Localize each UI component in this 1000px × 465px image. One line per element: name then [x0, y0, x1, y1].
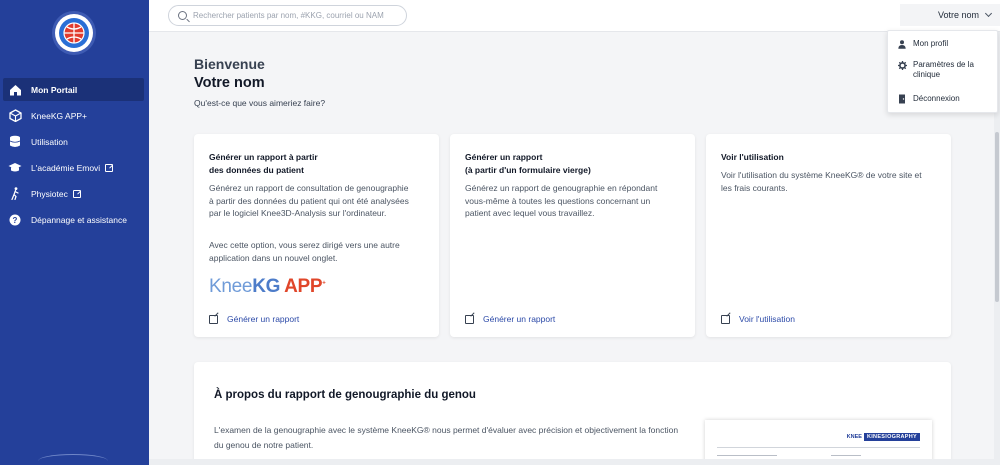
- menu-item-label: Déconnexion: [913, 94, 960, 103]
- emovi-logo-icon[interactable]: [55, 14, 93, 52]
- generate-report-link[interactable]: Générer un rapport: [465, 314, 555, 324]
- cube-icon: [8, 109, 22, 123]
- prompt-text: Qu'est-ce que vous aimeriez faire?: [194, 98, 326, 108]
- graduation-cap-icon: [8, 161, 22, 175]
- section-description: L'examen de la genougraphie avec le syst…: [214, 425, 679, 450]
- database-icon: [8, 135, 22, 149]
- thumbnail-text-line: [831, 455, 861, 456]
- brand-main: KINESIOGRAPHY: [863, 433, 920, 441]
- card-title-line: des données du patient: [209, 164, 304, 175]
- sidebar-item-depannage-assistance[interactable]: ? Dépannage et assistance: [3, 208, 144, 231]
- card-description: Générez un rapport de consultation de ge…: [209, 183, 409, 218]
- sidebar-item-physiotec[interactable]: Physiotec: [3, 182, 144, 205]
- link-label: Voir l'utilisation: [739, 314, 795, 324]
- user-menu-button[interactable]: Votre nom: [900, 4, 1000, 26]
- card-description-note: Avec cette option, vous serez dirigé ver…: [209, 240, 400, 263]
- top-bar: Votre nom: [149, 0, 1000, 32]
- logo-part: KG: [252, 276, 281, 297]
- card-generate-from-blank-form: Générer un rapport (à partir d'un formul…: [450, 134, 695, 337]
- sidebar-item-label: Mon Portail: [31, 84, 78, 95]
- sidebar-item-label: L'académie Emovi: [31, 162, 101, 173]
- menu-item-deconnexion[interactable]: Déconnexion: [897, 94, 960, 104]
- user-dropdown-menu: Mon profil Paramètres de la clinique Déc…: [887, 30, 998, 113]
- user-name-heading: Votre nom: [194, 75, 265, 91]
- menu-item-mon-profil[interactable]: Mon profil: [897, 39, 948, 49]
- external-link-icon: [721, 314, 730, 324]
- menu-item-label: Mon profil: [913, 39, 949, 48]
- menu-item-label: Paramètres de la clinique: [913, 60, 974, 79]
- card-title-line: Générer un rapport à partir: [209, 152, 318, 162]
- about-report-section: À propos du rapport de genougraphie du g…: [194, 362, 951, 465]
- card-description: Générez un rapport de genougraphie en ré…: [465, 183, 658, 218]
- link-label: Générer un rapport: [483, 314, 556, 324]
- svg-text:?: ?: [13, 215, 18, 224]
- link-label: Générer un rapport: [227, 314, 300, 324]
- generate-report-link[interactable]: Générer un rapport: [209, 314, 299, 324]
- logo-part: +: [322, 280, 326, 287]
- card-generate-from-patient-data: Générer un rapport à partir des données …: [194, 134, 439, 337]
- kneekg-app-logo: KneeKG APP+: [209, 276, 326, 298]
- sidebar-item-utilisation[interactable]: Utilisation: [3, 130, 144, 153]
- help-icon: ?: [8, 213, 22, 227]
- card-description: Voir l'utilisation du système KneeKG® de…: [721, 170, 922, 193]
- menu-item-parametres-clinique[interactable]: Paramètres de la clinique: [897, 60, 993, 80]
- card-title: Voir l'utilisation: [721, 151, 941, 164]
- main-content: Bienvenue Votre nom Qu'est-ce que vous a…: [149, 32, 1000, 465]
- card-title-line: Voir l'utilisation: [721, 152, 784, 162]
- sidebar-item-label: Utilisation: [31, 136, 68, 147]
- sidebar-decoration: [38, 454, 108, 465]
- running-figure-icon: [8, 187, 22, 201]
- external-link-icon: [105, 163, 114, 172]
- sidebar-item-academie-emovi[interactable]: L'académie Emovi: [3, 156, 144, 179]
- scrollbar-thumb[interactable]: [995, 132, 999, 302]
- external-link-icon: [72, 189, 81, 198]
- search-input[interactable]: [193, 11, 403, 20]
- logo-part: Knee: [209, 276, 253, 297]
- sidebar: Mon Portail KneeKG APP+ Utilisation L'ac…: [0, 0, 149, 465]
- search-bar[interactable]: [168, 5, 407, 26]
- view-usage-link[interactable]: Voir l'utilisation: [721, 314, 795, 324]
- door-icon: [897, 94, 907, 104]
- horizontal-scrollbar[interactable]: [149, 459, 1000, 465]
- user-name: Votre nom: [937, 10, 979, 20]
- chevron-down-icon: [984, 9, 993, 18]
- search-icon: [178, 11, 187, 20]
- section-title: À propos du rapport de genougraphie du g…: [214, 389, 476, 401]
- home-icon: [8, 83, 22, 97]
- thumbnail-text-line: [717, 455, 777, 456]
- kinesiography-brand: KNEE KINESIOGRAPHY: [847, 433, 920, 441]
- sidebar-item-label: Dépannage et assistance: [31, 214, 127, 225]
- welcome-heading: Bienvenue: [194, 56, 265, 72]
- external-link-icon: [465, 314, 474, 324]
- card-title-line: (à partir d'un formulaire vierge): [465, 164, 591, 175]
- brand-prefix: KNEE: [846, 434, 862, 440]
- logo-part: APP: [284, 276, 323, 297]
- sidebar-item-label: KneeKG APP+: [31, 110, 87, 121]
- card-title-line: Générer un rapport: [465, 152, 543, 162]
- sidebar-item-mon-portail[interactable]: Mon Portail: [3, 78, 144, 101]
- thumbnail-divider: [717, 447, 920, 448]
- external-link-icon: [209, 314, 218, 324]
- card-view-usage: Voir l'utilisation Voir l'utilisation du…: [706, 134, 951, 337]
- card-title: Générer un rapport à partir des données …: [209, 151, 429, 176]
- person-icon: [897, 39, 907, 49]
- sidebar-item-label: Physiotec: [31, 188, 68, 199]
- card-title: Générer un rapport (à partir d'un formul…: [465, 151, 685, 176]
- sidebar-item-kneekg-app[interactable]: KneeKG APP+: [3, 104, 144, 127]
- gear-icon: [897, 60, 907, 70]
